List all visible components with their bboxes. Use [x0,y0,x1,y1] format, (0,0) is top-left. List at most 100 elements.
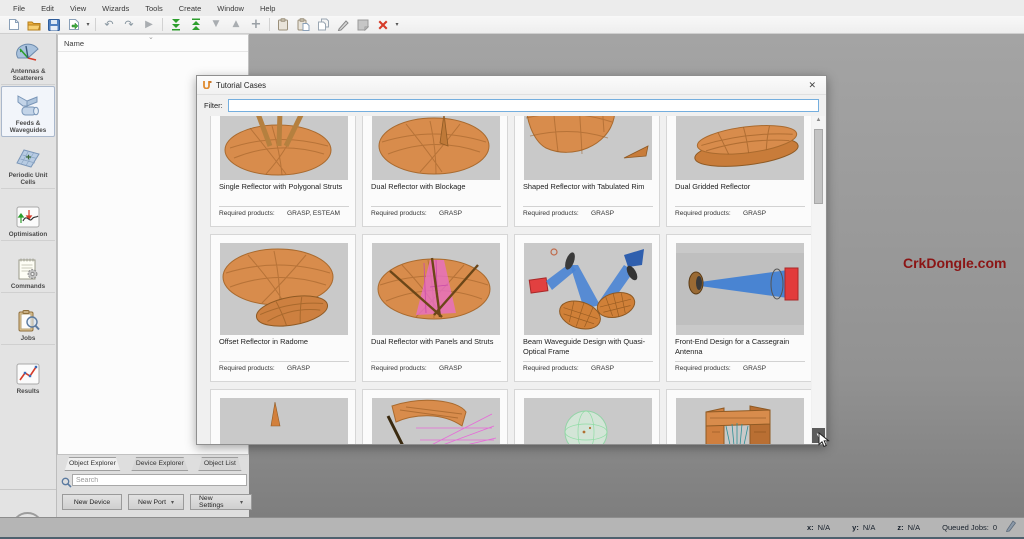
import-icon[interactable] [64,17,84,33]
required-products-label: Required products: [675,365,731,372]
move-down-double-icon[interactable] [166,17,186,33]
explorer-tabs: Object Explorer Device Explorer Object L… [60,457,245,471]
tab-device-explorer[interactable]: Device Explorer [131,457,189,471]
explorer-controls: Object Explorer Device Explorer Object L… [57,455,252,517]
delete-icon[interactable] [373,17,393,33]
mouse-cursor [818,431,830,453]
card-title: Beam Waveguide Design with Quasi-Optical… [523,337,646,356]
dialog-scrollbar[interactable]: ▲ ▼ [812,116,825,444]
tutorial-card[interactable]: Shaped Reflector with Tabulated Rim Requ… [514,116,660,227]
redo-icon[interactable]: ↷ [119,17,139,33]
dialog-title-bar[interactable]: Tutorial Cases ✕ [197,76,826,95]
sidebar-item-optimisation[interactable]: Optimisation [1,190,55,241]
shaped-reflector-tabulated-rim-thumbnail [524,116,652,180]
tutorial-card[interactable]: Dual Reflector with Blockage Required pr… [362,116,508,227]
sidebar-item-feeds-waveguides[interactable]: Feeds & Waveguides [1,86,55,137]
front-end-cassegrain-thumbnail [676,243,804,335]
menu-wizards[interactable]: Wizards [95,2,136,15]
chevron-down-icon: ▾ [170,499,174,506]
jobs-clipboard-icon [13,307,43,335]
tutorial-card[interactable] [514,389,660,444]
sidebar-item-jobs[interactable]: Jobs [1,294,55,345]
panel-collapse-icon[interactable]: ⌄ [148,33,154,41]
required-products-label: Required products: [523,365,579,372]
status-pen-icon [1005,519,1016,537]
move-down-icon[interactable]: ▼ [206,17,226,33]
duplicate-icon[interactable] [313,17,333,33]
new-port-button[interactable]: New Port ▾ [128,494,184,510]
paste-special-icon[interactable] [293,17,313,33]
import-caret-icon[interactable]: ▾ [84,21,92,28]
sidebar-item-label: Periodic Unit Cells [8,171,48,186]
sidebar-item-label: Commands [10,282,46,290]
save-icon[interactable] [44,17,64,33]
card-title: Shaped Reflector with Tabulated Rim [523,182,645,191]
tutorial-card[interactable]: Dual Gridded Reflector Required products… [666,116,811,227]
tutorial-card[interactable]: Front-End Design for a Cassegrain Antenn… [666,234,811,382]
menu-view[interactable]: View [63,2,93,15]
commands-notepad-icon [13,255,43,283]
move-up-double-icon[interactable] [186,17,206,33]
optimisation-chart-icon [13,203,43,231]
new-file-icon[interactable] [4,17,24,33]
tutorial-card[interactable] [210,389,356,444]
sidebar-item-commands[interactable]: Commands [1,242,55,293]
tutorial-card[interactable]: Offset Reflector in Radome Required prod… [210,234,356,382]
run-icon[interactable]: ▶ [139,17,159,33]
tutorial-card[interactable]: Beam Waveguide Design with Quasi-Optical… [514,234,660,382]
new-settings-button[interactable]: New Settings ▾ [190,494,252,510]
menu-edit[interactable]: Edit [34,2,61,15]
card-title: Front-End Design for a Cassegrain Antenn… [675,337,790,356]
move-up-icon[interactable]: ▲ [226,17,246,33]
offset-reflector-in-radome-thumbnail [220,243,348,335]
tab-object-list[interactable]: Object List [198,457,242,471]
tutorial-cases-dialog: Tutorial Cases ✕ Filter: Single Reflecto… [196,75,827,445]
scrollbar-thumb[interactable] [814,129,823,204]
required-products-label: Required products: [371,210,427,217]
green-wire-sphere-thumbnail [524,398,652,444]
search-icon [61,475,72,493]
required-products-value: GRASP, ESTEAM [287,210,341,217]
tutorial-card[interactable] [666,389,811,444]
results-chart-icon [13,360,43,388]
note-icon[interactable] [353,17,373,33]
sidebar-item-antennas-scatterers[interactable]: Antennas & Scatterers [1,34,55,85]
dialog-title: Tutorial Cases [216,80,266,90]
menu-file[interactable]: File [6,2,32,15]
paste-icon[interactable] [273,17,293,33]
tab-object-explorer[interactable]: Object Explorer [64,457,121,471]
dual-reflector-blockage-thumbnail [372,116,500,180]
corner-structure-teal-rays-thumbnail [676,398,804,444]
required-products-label: Required products: [523,210,579,217]
new-device-button[interactable]: New Device [62,494,122,510]
delete-caret-icon[interactable]: ▾ [393,21,401,28]
status-z: z: N/A [897,523,921,532]
watermark-text: CrkDongle.com [903,255,1007,271]
filter-input[interactable] [227,99,819,112]
edit-pencil-icon[interactable] [333,17,353,33]
dual-gridded-reflector-thumbnail [676,116,804,180]
menu-tools[interactable]: Tools [138,2,170,15]
beam-waveguide-quasi-optical-thumbnail [524,243,652,335]
add-icon[interactable]: + [246,17,266,33]
required-products-value: GRASP [439,365,463,372]
menu-create[interactable]: Create [172,2,209,15]
sidebar: Antennas & Scatterers Feeds & Waveguides… [0,34,57,539]
menu-window[interactable]: Window [210,2,251,15]
sidebar-item-results[interactable]: Results [1,346,55,397]
menu-help[interactable]: Help [253,2,282,15]
open-folder-icon[interactable] [24,17,44,33]
search-input[interactable] [72,474,247,486]
card-title: Dual Reflector with Blockage [371,182,466,191]
toolbar: ▾ ↶ ↷ ▶ ▼ ▲ + ▾ [0,16,1024,34]
required-products-value: GRASP [591,210,615,217]
tutorial-card[interactable]: Dual Reflector with Panels and Struts Re… [362,234,508,382]
tutorial-card[interactable] [362,389,508,444]
tutorial-card[interactable]: Single Reflector with Polygonal Struts R… [210,116,356,227]
scroll-up-icon[interactable]: ▲ [814,117,823,127]
sidebar-item-label: Results [16,387,40,395]
sidebar-item-periodic-unit-cells[interactable]: Periodic Unit Cells [1,138,55,189]
undo-icon[interactable]: ↶ [99,17,119,33]
close-icon[interactable]: ✕ [804,80,820,91]
tree-column-header: Name [64,39,85,48]
